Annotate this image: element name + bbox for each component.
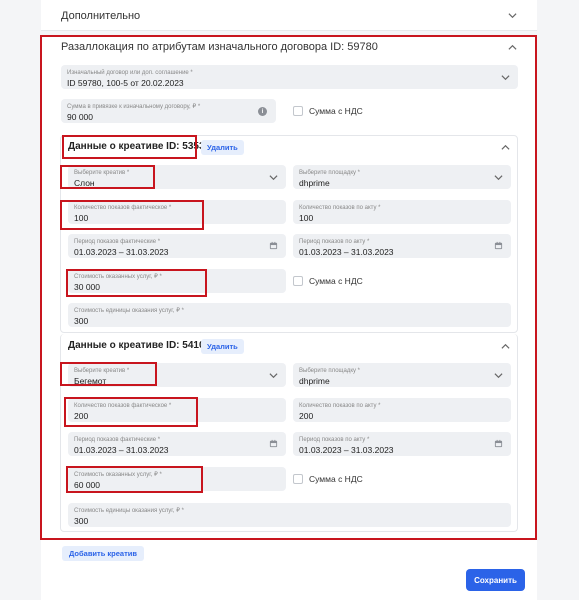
creative-1-title: Данные о креативе ID: 5353: [68, 141, 205, 152]
calendar-icon[interactable]: [269, 237, 278, 255]
creative-2-unit-cost-value: 300: [74, 516, 89, 526]
creative-2-fact-period-value: 01.03.2023 – 31.03.2023: [74, 445, 169, 455]
creative-2-act-period-label: Период показов по акту *: [299, 437, 370, 443]
creative-2-fact-period-label: Период показов фактические *: [74, 437, 161, 443]
creative-1-fact-period-label: Период показов фактические *: [74, 239, 161, 245]
amount-label: Сумма в привязке к изначальному договору…: [67, 104, 201, 110]
chevron-down-icon[interactable]: [507, 11, 517, 21]
creative-1-creative-value: Слон: [74, 178, 95, 188]
creative-2-creative-select[interactable]: Выберите креатив * Бегемот: [68, 363, 286, 387]
creative-1-creative-select[interactable]: Выберите креатив * Слон: [68, 165, 286, 189]
creative-1-fact-count-value: 100: [74, 213, 89, 223]
creative-1-act-count-value: 100: [299, 213, 314, 223]
creative-1-unit-cost-label: Стоимость единицы оказания услуг, ₽ *: [74, 308, 184, 314]
chevron-up-icon[interactable]: [500, 341, 510, 351]
creative-2-act-count-value: 200: [299, 411, 314, 421]
contract-label: Изначальный договор или доп. соглашение …: [67, 70, 193, 76]
amount-field[interactable]: Сумма в привязке к изначальному договору…: [61, 99, 276, 123]
creative-1-fact-period-value: 01.03.2023 – 31.03.2023: [74, 247, 169, 257]
creative-1-cost-label: Стоимость оказанных услуг, ₽ *: [74, 274, 162, 280]
creative-1-act-count-label: Количество показов по акту *: [299, 205, 381, 211]
creative-2-cost-label: Стоимость оказанных услуг, ₽ *: [74, 472, 162, 478]
contract-value: ID 59780, 100-5 от 20.02.2023: [67, 78, 184, 88]
creative-1-cost-value: 30 000: [74, 282, 100, 292]
chevron-up-icon[interactable]: [500, 142, 510, 152]
creative-2-cost-value: 60 000: [74, 480, 100, 490]
creative-2-fact-count-label: Количество показов фактическое *: [74, 403, 172, 409]
add-creative-button[interactable]: Добавить креатив: [62, 546, 144, 561]
chevron-down-icon[interactable]: [493, 370, 503, 380]
chevron-down-icon[interactable]: [500, 72, 510, 82]
creative-2-act-period-field[interactable]: Период показов по акту * 01.03.2023 – 31…: [293, 432, 511, 456]
calendar-icon[interactable]: [494, 435, 503, 453]
creative-2-vat-checkbox[interactable]: Сумма с НДС: [293, 474, 363, 484]
creative-1-platform-value: dhprime: [299, 178, 330, 188]
creative-2-unit-cost-label: Стоимость единицы оказания услуг, ₽ *: [74, 508, 184, 514]
creative-1-unit-cost-field[interactable]: Стоимость единицы оказания услуг, ₽ * 30…: [68, 303, 511, 327]
realloc-vat-checkbox[interactable]: Сумма с НДС: [293, 106, 363, 116]
extra-accordion[interactable]: Дополнительно: [41, 0, 537, 31]
chevron-down-icon[interactable]: [268, 370, 278, 380]
save-button[interactable]: Сохранить: [466, 569, 525, 591]
checkbox-box[interactable]: [293, 474, 303, 484]
creative-2-vat-label: Сумма с НДС: [309, 474, 363, 484]
creative-1-platform-select[interactable]: Выберите площадку * dhprime: [293, 165, 511, 189]
creative-1-act-period-label: Период показов по акту *: [299, 239, 370, 245]
creative-2-title: Данные о креативе ID: 5410: [68, 340, 205, 351]
info-icon[interactable]: i: [258, 107, 267, 116]
contract-select[interactable]: Изначальный договор или доп. соглашение …: [61, 65, 518, 89]
creative-1-act-period-field[interactable]: Период показов по акту * 01.03.2023 – 31…: [293, 234, 511, 258]
calendar-icon[interactable]: [494, 237, 503, 255]
creative-1-vat-checkbox[interactable]: Сумма с НДС: [293, 276, 363, 286]
extra-accordion-title: Дополнительно: [61, 9, 141, 22]
chevron-up-icon[interactable]: [507, 42, 517, 52]
creative-1-creative-label: Выберите креатив *: [74, 170, 130, 176]
creative-2-creative-value: Бегемот: [74, 376, 107, 386]
checkbox-box[interactable]: [293, 276, 303, 286]
chevron-down-icon[interactable]: [493, 172, 503, 182]
creative-1-act-period-value: 01.03.2023 – 31.03.2023: [299, 247, 394, 257]
creative-1-unit-cost-value: 300: [74, 316, 89, 326]
amount-value: 90 000: [67, 112, 93, 122]
creative-2-platform-select[interactable]: Выберите площадку * dhprime: [293, 363, 511, 387]
creative-2-platform-label: Выберите площадку *: [299, 368, 361, 374]
creative-2-unit-cost-field[interactable]: Стоимость единицы оказания услуг, ₽ * 30…: [68, 503, 511, 527]
creative-1-fact-period-field[interactable]: Период показов фактические * 01.03.2023 …: [68, 234, 286, 258]
creative-2-fact-count-field[interactable]: Количество показов фактическое * 200: [68, 398, 286, 422]
creative-1-act-count-field[interactable]: Количество показов по акту * 100: [293, 200, 511, 224]
creative-2-act-count-field[interactable]: Количество показов по акту * 200: [293, 398, 511, 422]
creative-2-act-period-value: 01.03.2023 – 31.03.2023: [299, 445, 394, 455]
creative-2-creative-label: Выберите креатив *: [74, 368, 130, 374]
creative-1-fact-count-field[interactable]: Количество показов фактическое * 100: [68, 200, 286, 224]
creative-2-cost-field[interactable]: Стоимость оказанных услуг, ₽ * 60 000: [68, 467, 286, 491]
creative-2-fact-period-field[interactable]: Период показов фактические * 01.03.2023 …: [68, 432, 286, 456]
creative-1-delete-button[interactable]: Удалить: [201, 140, 244, 155]
checkbox-box[interactable]: [293, 106, 303, 116]
realloc-vat-label: Сумма с НДС: [309, 106, 363, 116]
realloc-header[interactable]: Разаллокация по атрибутам изначального д…: [41, 35, 537, 59]
realloc-title: Разаллокация по атрибутам изначального д…: [61, 41, 378, 53]
creative-2-fact-count-value: 200: [74, 411, 89, 421]
creative-1-platform-label: Выберите площадку *: [299, 170, 361, 176]
creative-2-act-count-label: Количество показов по акту *: [299, 403, 381, 409]
creative-1-vat-label: Сумма с НДС: [309, 276, 363, 286]
calendar-icon[interactable]: [269, 435, 278, 453]
creative-2-delete-button[interactable]: Удалить: [201, 339, 244, 354]
creative-1-cost-field[interactable]: Стоимость оказанных услуг, ₽ * 30 000: [68, 269, 286, 293]
creative-1-fact-count-label: Количество показов фактическое *: [74, 205, 172, 211]
chevron-down-icon[interactable]: [268, 172, 278, 182]
creative-2-platform-value: dhprime: [299, 376, 330, 386]
